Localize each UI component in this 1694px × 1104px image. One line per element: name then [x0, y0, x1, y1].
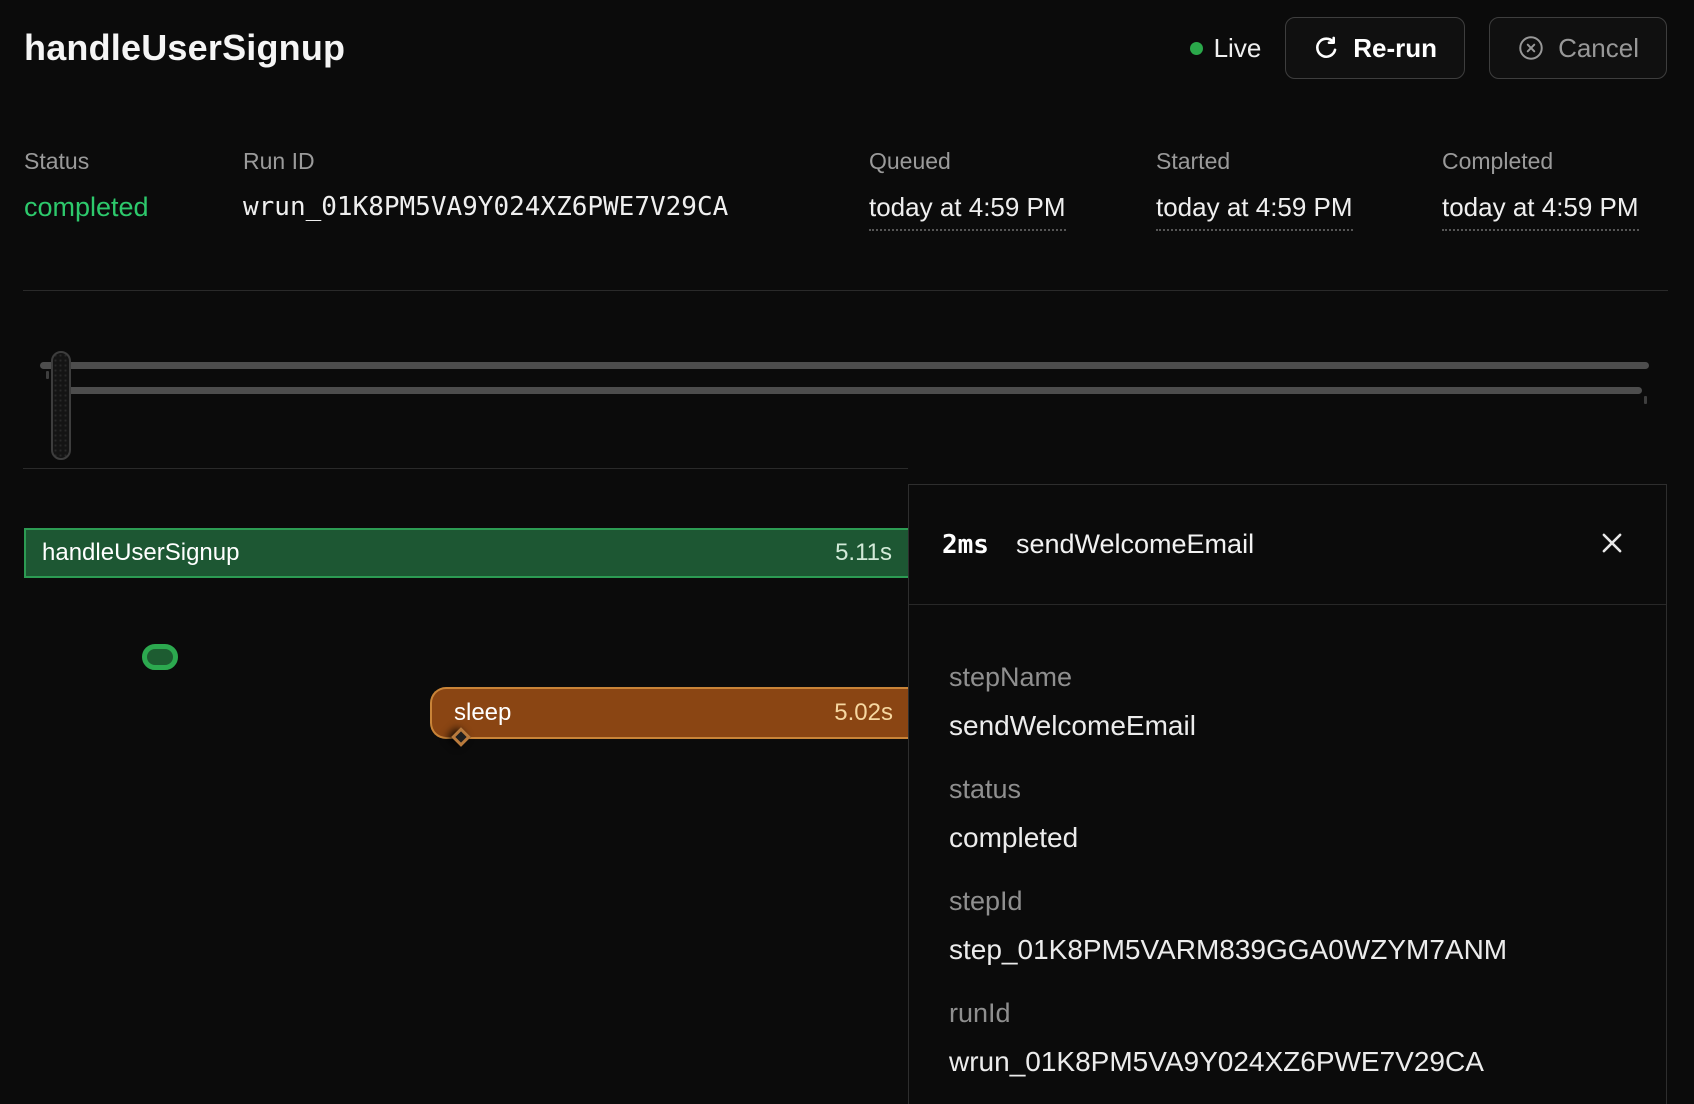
minimap-track-run: [40, 362, 1649, 369]
live-label: Live: [1214, 33, 1262, 64]
field-stepid: stepId step_01K8PM5VARM839GGA0WZYM7ANM: [949, 885, 1626, 967]
meta-queued: Queued today at 4:59 PM: [869, 148, 1066, 231]
refresh-icon: [1313, 35, 1340, 62]
rerun-label: Re-run: [1353, 33, 1437, 64]
meta-run-id: Run ID wrun_01K8PM5VA9Y024XZ6PWE7V29CA: [243, 148, 728, 222]
minimap-track-sleep: [62, 387, 1642, 394]
meta-status: Status completed: [24, 148, 149, 223]
field-status: status completed: [949, 773, 1626, 855]
cancel-label: Cancel: [1558, 33, 1639, 64]
field-value: sendWelcomeEmail: [949, 709, 1626, 743]
step-detail-header: 2ms sendWelcomeEmail: [909, 485, 1666, 605]
live-dot-icon: [1190, 42, 1203, 55]
field-runid: runId wrun_01K8PM5VA9Y024XZ6PWE7V29CA: [949, 997, 1626, 1079]
status-value: completed: [24, 192, 149, 223]
step-duration-badge: 2ms: [942, 530, 989, 560]
live-indicator: Live: [1190, 33, 1262, 64]
circle-x-icon: [1517, 34, 1545, 62]
page-title: handleUserSignup: [24, 27, 345, 69]
meta-started: Started today at 4:59 PM: [1156, 148, 1353, 231]
completed-value[interactable]: today at 4:59 PM: [1442, 192, 1639, 231]
field-value: step_01K8PM5VARM839GGA0WZYM7ANM: [949, 933, 1626, 967]
timeline-span-sendwelcomeemail-pill[interactable]: [142, 644, 178, 670]
started-label: Started: [1156, 148, 1353, 175]
status-label: Status: [24, 148, 149, 175]
divider-meta: [23, 290, 1668, 291]
queued-value[interactable]: today at 4:59 PM: [869, 192, 1066, 231]
timeline-span-sleep[interactable]: sleep 5.02s: [430, 687, 908, 739]
run-id-label: Run ID: [243, 148, 728, 175]
divider-timeline: [23, 468, 908, 469]
run-detail-page: handleUserSignup Live Re-run: [0, 0, 1694, 1102]
minimap-step-marker-start: [46, 371, 49, 379]
timeline-span-handleusersignup[interactable]: handleUserSignup 5.11s: [24, 528, 908, 578]
field-label: stepName: [949, 661, 1626, 693]
rerun-button[interactable]: Re-run: [1285, 17, 1465, 79]
top-bar: handleUserSignup Live Re-run: [0, 0, 1694, 96]
span-name: handleUserSignup: [42, 539, 239, 567]
meta-completed: Completed today at 4:59 PM: [1442, 148, 1639, 231]
span-duration: 5.02s: [834, 699, 893, 727]
step-detail-title: sendWelcomeEmail: [1016, 529, 1254, 560]
cancel-button[interactable]: Cancel: [1489, 17, 1667, 79]
top-actions: Live Re-run Cancel: [1190, 17, 1667, 79]
field-label: runId: [949, 997, 1626, 1029]
field-value: wrun_01K8PM5VA9Y024XZ6PWE7V29CA: [949, 1045, 1626, 1079]
step-detail-panel: 2ms sendWelcomeEmail stepName sendWelcom…: [908, 484, 1667, 1104]
run-id-value: wrun_01K8PM5VA9Y024XZ6PWE7V29CA: [243, 192, 728, 222]
queued-label: Queued: [869, 148, 1066, 175]
minimap-scrubber-handle[interactable]: [51, 351, 71, 460]
span-duration: 5.11s: [835, 539, 892, 567]
close-x-icon: [1597, 528, 1627, 561]
step-detail-body: stepName sendWelcomeEmail status complet…: [909, 605, 1666, 1079]
field-label: status: [949, 773, 1626, 805]
field-stepname: stepName sendWelcomeEmail: [949, 661, 1626, 743]
minimap-step-marker-end: [1644, 396, 1647, 404]
span-name: sleep: [454, 699, 511, 727]
started-value[interactable]: today at 4:59 PM: [1156, 192, 1353, 231]
field-label: stepId: [949, 885, 1626, 917]
completed-label: Completed: [1442, 148, 1639, 175]
field-value: completed: [949, 821, 1626, 855]
panel-close-button[interactable]: [1592, 525, 1632, 565]
